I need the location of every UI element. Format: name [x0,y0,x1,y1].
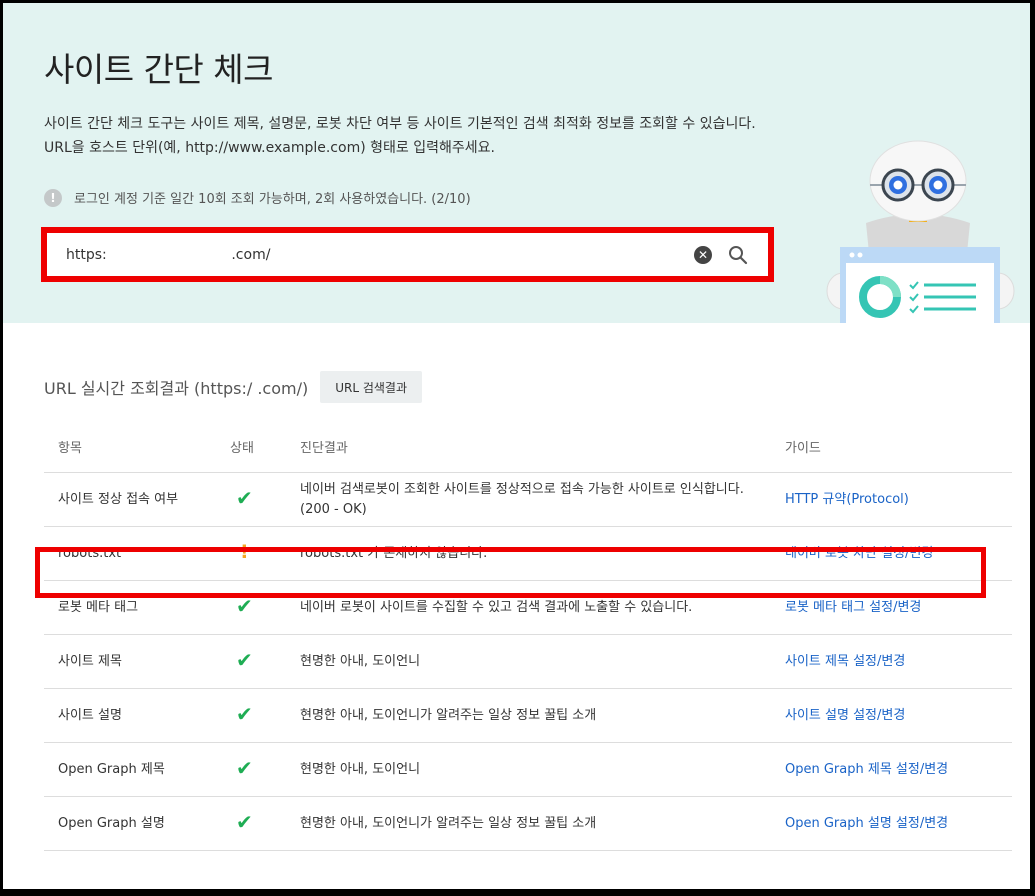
result-title: URL 실시간 조회결과 (https:/ .com/) [44,379,309,398]
row-item: 로봇 메타 태그 [44,580,230,635]
column-header-result: 진단결과 [300,421,785,473]
result-header: URL 실시간 조회결과 (https:/ .com/) URL 검색결과 [44,371,423,403]
table-row: 사이트 설명 ✔ 현명한 아내, 도이언니가 알려주는 일상 정보 꿀팁 소개 … [44,688,1012,743]
guide-link[interactable]: 네이버 로봇 차단 설정/변경 [785,546,933,561]
url-search-input[interactable] [66,239,666,270]
guide-link[interactable]: Open Graph 설명 설정/변경 [785,816,948,831]
row-item: robots.txt [44,526,230,581]
clear-icon[interactable]: ✕ [694,246,712,264]
row-result: 현명한 아내, 도이언니 [300,634,785,689]
row-result-line1: 네이버 검색로봇이 조회한 사이트를 정상적으로 접속 가능한 사이트로 인식합… [300,481,744,497]
guide-link[interactable]: HTTP 규약(Protocol) [785,492,909,507]
usage-notice-text: 로그인 계정 기준 일간 10회 조회 가능하며, 2회 사용하였습니다. (2… [74,192,471,207]
check-icon: ✔ [236,809,253,834]
row-result: 현명한 아내, 도이언니가 알려주는 일상 정보 꿀팁 소개 [300,688,785,743]
search-bar: ✕ [47,233,768,276]
column-header-status: 상태 [230,421,300,473]
search-icon[interactable] [727,244,749,266]
guide-link[interactable]: 사이트 제목 설정/변경 [785,654,905,669]
page-description: 사이트 간단 체크 도구는 사이트 제목, 설명문, 로봇 차단 여부 등 사이… [44,112,756,160]
row-item: Open Graph 제목 [44,742,230,797]
url-search-result-button[interactable]: URL 검색결과 [320,371,423,403]
row-result: 현명한 아내, 도이언니 [300,742,785,797]
table-row: 사이트 정상 접속 여부 ✔ 네이버 검색로봇이 조회한 사이트를 정상적으로 … [44,472,1012,527]
info-icon: ! [44,188,62,207]
check-icon: ✔ [236,593,253,618]
hero-section: 사이트 간단 체크 사이트 간단 체크 도구는 사이트 제목, 설명문, 로봇 … [3,3,1030,323]
guide-link[interactable]: 로봇 메타 태그 설정/변경 [785,600,921,615]
row-result: 네이버 로봇이 사이트를 수집할 수 있고 검색 결과에 노출할 수 있습니다. [300,580,785,635]
row-result: 네이버 검색로봇이 조회한 사이트를 정상적으로 접속 가능한 사이트로 인식합… [300,472,785,527]
page-title: 사이트 간단 체크 [44,50,274,89]
guide-link[interactable]: Open Graph 제목 설정/변경 [785,762,948,777]
warning-icon: ! [240,541,249,563]
row-result-line2: (200 - OK) [300,501,367,517]
row-result: robots.txt 가 존재하지 않습니다. [300,526,785,581]
row-item: Open Graph 설명 [44,796,230,851]
check-icon: ✔ [236,647,253,672]
table-row: Open Graph 설명 ✔ 현명한 아내, 도이언니가 알려주는 일상 정보… [44,796,1012,851]
description-line-2: URL을 호스트 단위(예, http://www.example.com) 형… [44,140,495,156]
row-item: 사이트 정상 접속 여부 [44,472,230,527]
column-header-guide: 가이드 [785,421,1012,473]
row-item: 사이트 설명 [44,688,230,743]
usage-notice: ! 로그인 계정 기준 일간 10회 조회 가능하며, 2회 사용하였습니다. … [44,188,471,207]
row-item: 사이트 제목 [44,634,230,689]
check-icon: ✔ [236,701,253,726]
check-icon: ✔ [236,485,253,510]
table-row: robots.txt ! robots.txt 가 존재하지 않습니다. 네이버… [44,526,1012,581]
guide-link[interactable]: 사이트 설명 설정/변경 [785,708,905,723]
table-row: 로봇 메타 태그 ✔ 네이버 로봇이 사이트를 수집할 수 있고 검색 결과에 … [44,580,1012,635]
table-row: 사이트 제목 ✔ 현명한 아내, 도이언니 사이트 제목 설정/변경 [44,634,1012,689]
table-header-row: 항목 상태 진단결과 가이드 [44,421,1012,473]
description-line-1: 사이트 간단 체크 도구는 사이트 제목, 설명문, 로봇 차단 여부 등 사이… [44,116,756,132]
row-result: 현명한 아내, 도이언니가 알려주는 일상 정보 꿀팁 소개 [300,796,785,851]
table-row: Open Graph 제목 ✔ 현명한 아내, 도이언니 Open Graph … [44,742,1012,797]
column-header-item: 항목 [44,421,230,473]
results-table: 항목 상태 진단결과 가이드 사이트 정상 접속 여부 ✔ 네이버 검색로봇이 … [44,421,1012,851]
robot-illustration [826,140,1015,323]
page-frame: 사이트 간단 체크 사이트 간단 체크 도구는 사이트 제목, 설명문, 로봇 … [3,3,1030,889]
check-icon: ✔ [236,755,253,780]
